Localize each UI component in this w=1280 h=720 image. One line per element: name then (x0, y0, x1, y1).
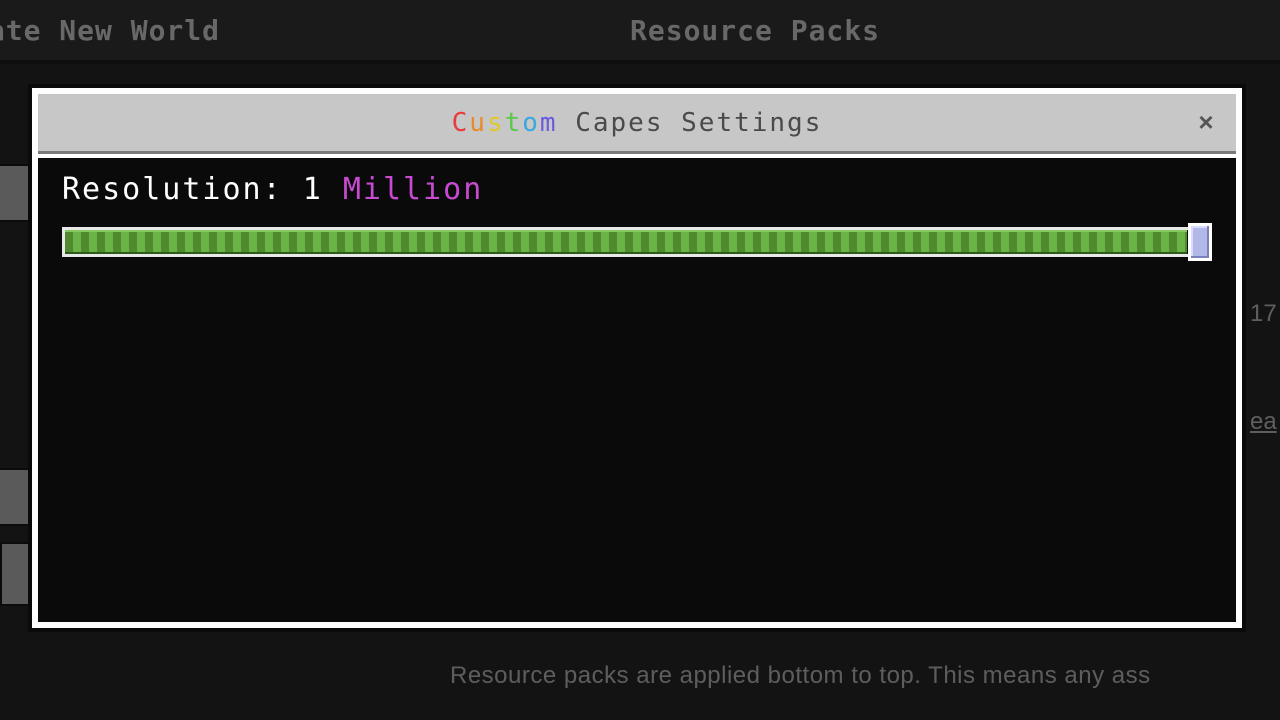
background-header: eate New World Resource Packs (0, 0, 1280, 64)
slider-thumb[interactable] (1188, 223, 1212, 261)
modal-title-rest: Capes Settings (558, 108, 823, 138)
close-button[interactable]: × (1188, 105, 1224, 141)
modal-title-custom: Custom (452, 108, 558, 138)
slider-fill (65, 230, 1187, 254)
bg-description-text: Resource packs are applied bottom to top… (450, 660, 1260, 692)
bg-title-right: Resource Packs (630, 14, 880, 47)
settings-modal: Custom Capes Settings × Resolution: 1 Mi… (32, 88, 1242, 628)
modal-title: Custom Capes Settings (452, 108, 823, 138)
close-icon: × (1198, 107, 1213, 138)
modal-titlebar: Custom Capes Settings × (38, 94, 1236, 154)
resolution-slider[interactable] (62, 223, 1212, 261)
bg-title-left: eate New World (0, 14, 220, 47)
resolution-label: Resolution: 1 Million (62, 172, 1212, 207)
bg-edge-fragments: 17 ea (1250, 280, 1280, 436)
modal-body: Resolution: 1 Million (38, 154, 1236, 622)
